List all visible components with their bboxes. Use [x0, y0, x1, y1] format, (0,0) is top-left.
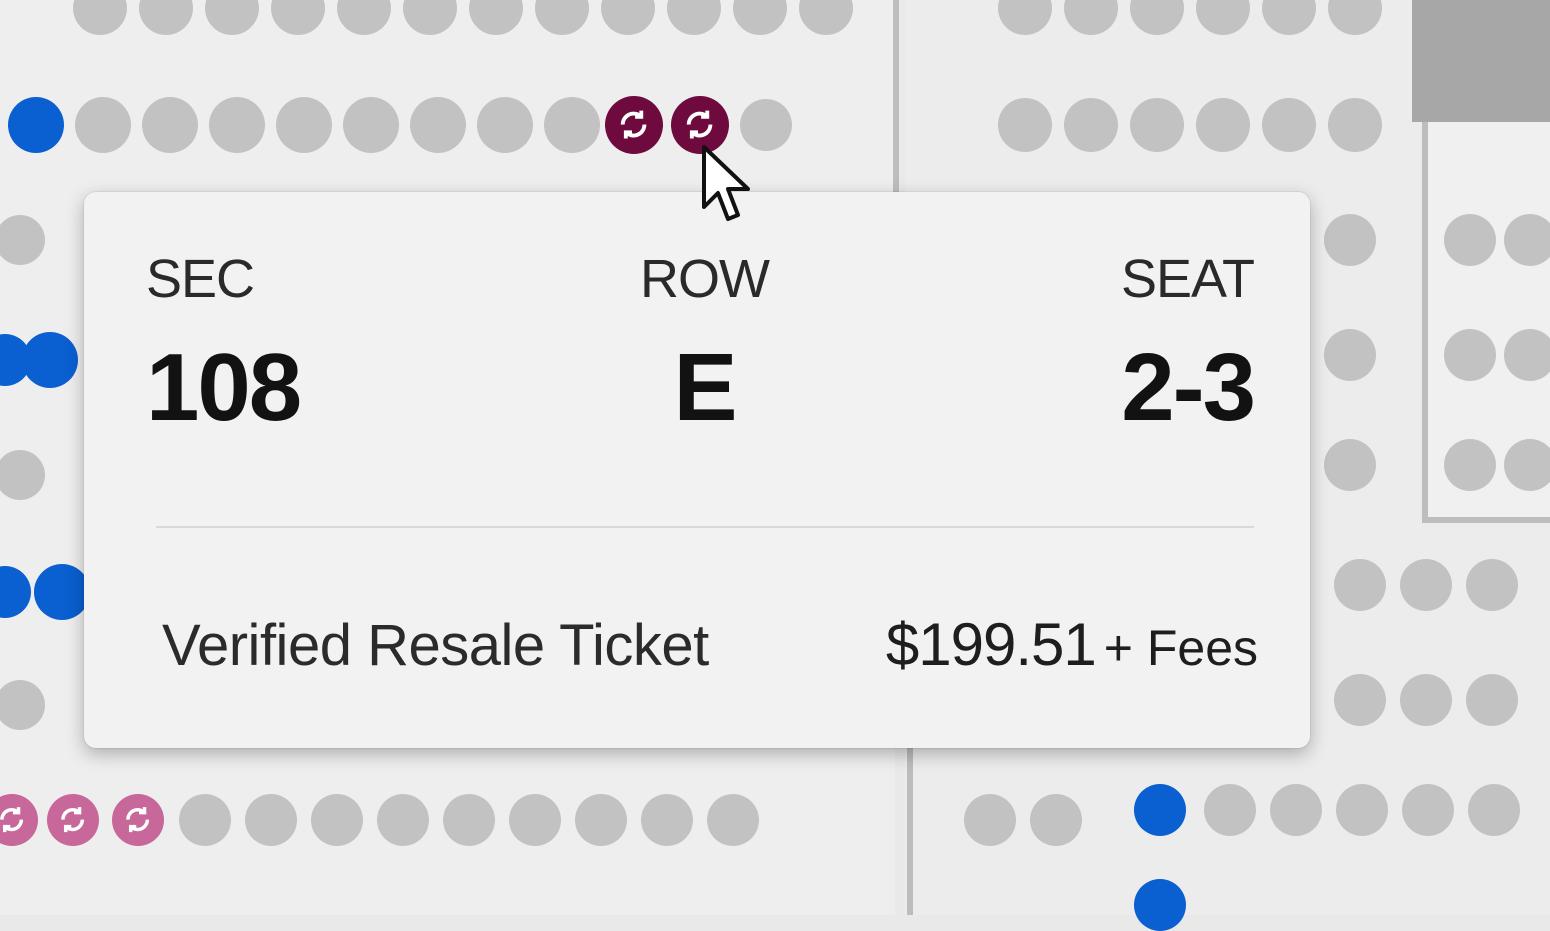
- seat-unavailable[interactable]: [641, 794, 693, 846]
- seat-unavailable[interactable]: [1030, 794, 1082, 846]
- seat-unavailable[interactable]: [142, 97, 198, 153]
- seat-unavailable[interactable]: [1324, 439, 1376, 491]
- row-label: ROW: [640, 249, 770, 309]
- resale-arrows-icon: [621, 111, 647, 139]
- seat-unavailable[interactable]: [311, 794, 363, 846]
- section-label: SEC: [146, 249, 255, 309]
- seat-unavailable[interactable]: [1324, 214, 1376, 266]
- seat-unavailable[interactable]: [477, 97, 533, 153]
- seat-label: SEAT: [1120, 249, 1255, 309]
- seat-map-section-corner: [1412, 0, 1550, 122]
- seat-unavailable[interactable]: [209, 97, 265, 153]
- seat-unavailable[interactable]: [276, 97, 332, 153]
- seat-unavailable[interactable]: [1444, 214, 1496, 266]
- seat-unavailable[interactable]: [964, 794, 1016, 846]
- seat-unavailable[interactable]: [343, 97, 399, 153]
- seat-unavailable[interactable]: [1504, 214, 1550, 266]
- seat-unavailable[interactable]: [1468, 784, 1520, 836]
- seat-unavailable[interactable]: [75, 97, 131, 153]
- resale-arrows-icon: [687, 111, 713, 139]
- seat-unavailable[interactable]: [1270, 784, 1322, 836]
- seat-unavailable[interactable]: [1130, 98, 1184, 152]
- seat-available[interactable]: [1134, 784, 1186, 836]
- resale-arrows-icon: [0, 807, 24, 833]
- seat-unavailable[interactable]: [1504, 329, 1550, 381]
- seat-available[interactable]: [22, 332, 78, 388]
- seat-unavailable[interactable]: [575, 794, 627, 846]
- seat-unavailable[interactable]: [1402, 784, 1454, 836]
- section-divider: [893, 0, 899, 200]
- seat-unavailable[interactable]: [1334, 559, 1386, 611]
- section-value: 108: [146, 334, 302, 441]
- resale-arrows-icon: [61, 807, 85, 833]
- seat-unavailable[interactable]: [1328, 98, 1382, 152]
- seat-unavailable[interactable]: [1444, 329, 1496, 381]
- seat-unavailable[interactable]: [179, 794, 231, 846]
- seat-unavailable[interactable]: [1444, 439, 1496, 491]
- section-column: SEC 108: [146, 249, 302, 441]
- seat-unavailable[interactable]: [1336, 784, 1388, 836]
- seat-resale[interactable]: [47, 794, 99, 846]
- seat-unavailable[interactable]: [1262, 98, 1316, 152]
- row-value: E: [673, 334, 737, 441]
- fees-note: + Fees: [1103, 620, 1258, 676]
- tooltip-divider: [156, 526, 1254, 528]
- row-column: ROW E: [640, 249, 770, 441]
- seat-unavailable[interactable]: [1334, 674, 1386, 726]
- seat-resale-selected[interactable]: [605, 96, 663, 154]
- ticket-price: $199.51: [885, 611, 1097, 678]
- seat-unavailable[interactable]: [1204, 784, 1256, 836]
- seat-unavailable[interactable]: [544, 97, 600, 153]
- seat-unavailable[interactable]: [245, 794, 297, 846]
- seat-unavailable[interactable]: [998, 98, 1052, 152]
- seat-available[interactable]: [34, 564, 90, 620]
- seat-value: 2-3: [1121, 334, 1256, 441]
- seat-unavailable[interactable]: [707, 794, 759, 846]
- seat-unavailable[interactable]: [509, 794, 561, 846]
- mouse-pointer-icon: [702, 145, 750, 221]
- seat-unavailable[interactable]: [410, 97, 466, 153]
- seat-unavailable[interactable]: [1324, 329, 1376, 381]
- seat-unavailable[interactable]: [1466, 559, 1518, 611]
- seat-unavailable[interactable]: [1400, 559, 1452, 611]
- seat-resale[interactable]: [112, 794, 164, 846]
- resale-arrows-icon: [126, 807, 150, 833]
- section-divider-lower: [907, 745, 913, 915]
- seat-unavailable[interactable]: [443, 794, 495, 846]
- seat-unavailable[interactable]: [1196, 98, 1250, 152]
- seat-available[interactable]: [1134, 879, 1186, 931]
- seat-unavailable[interactable]: [1504, 439, 1550, 491]
- seat-info-tooltip: SEC 108 ROW E SEAT 2-3 Verified Resale T…: [84, 192, 1310, 748]
- seat-unavailable[interactable]: [377, 794, 429, 846]
- ticket-type: Verified Resale Ticket: [162, 613, 709, 678]
- seat-column: SEAT 2-3: [1120, 249, 1256, 441]
- seat-unavailable[interactable]: [1466, 674, 1518, 726]
- price-info: $199.51 + Fees: [886, 610, 1258, 679]
- seat-available[interactable]: [8, 97, 64, 153]
- seat-unavailable[interactable]: [1400, 674, 1452, 726]
- seat-unavailable[interactable]: [1064, 98, 1118, 152]
